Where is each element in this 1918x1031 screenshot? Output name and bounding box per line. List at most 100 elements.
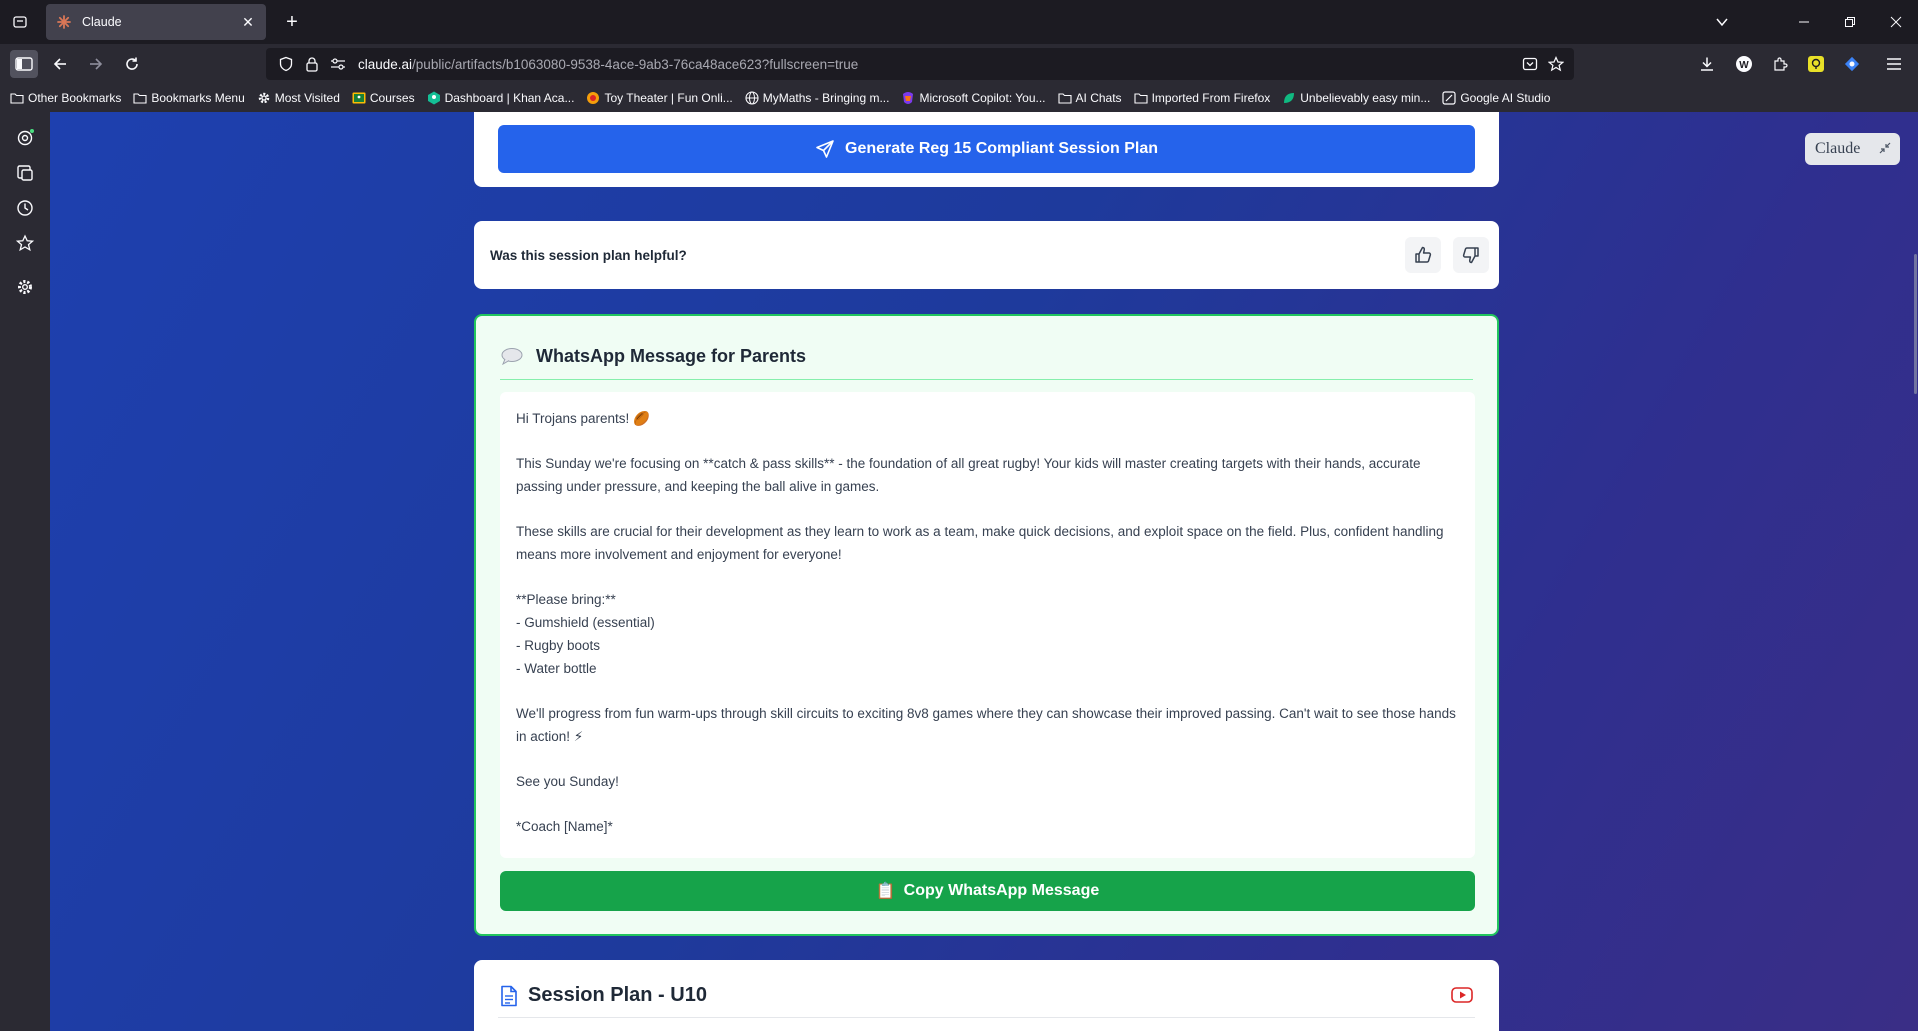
svg-text:W: W <box>1739 60 1749 71</box>
bookmark-ai-chats[interactable]: AI Chats <box>1057 91 1122 105</box>
bookmark-label: Courses <box>369 91 415 105</box>
folder-icon <box>133 91 147 105</box>
youtube-icon[interactable] <box>1449 984 1475 1006</box>
message-greeting: Hi Trojans parents! 🏉 <box>516 411 650 426</box>
feedback-question: Was this session plan helpful? <box>490 247 687 263</box>
address-bar[interactable]: claude.ai/public/artifacts/b1063080-9538… <box>266 48 1574 80</box>
navigation-toolbar: claude.ai/public/artifacts/b1063080-9538… <box>0 44 1918 84</box>
thumbs-down-icon <box>1462 247 1479 264</box>
copy-whatsapp-message-button[interactable]: 📋 Copy WhatsApp Message <box>500 871 1475 911</box>
bookmark-label: Other Bookmarks <box>28 91 122 105</box>
bookmark-mymaths[interactable]: MyMaths - Bringing m... <box>745 91 889 105</box>
tab-list-icon[interactable] <box>8 10 32 34</box>
collapse-arrows-icon[interactable] <box>1878 141 1892 155</box>
bookmark-label: Google AI Studio <box>1460 91 1551 105</box>
bookmark-other-bookmarks[interactable]: Other Bookmarks <box>10 91 121 105</box>
bookmark-label: Toy Theater | Fun Onli... <box>604 91 733 105</box>
extensions-puzzle-icon[interactable] <box>1768 52 1792 76</box>
lock-icon[interactable] <box>302 54 322 74</box>
settings-gear-icon[interactable] <box>13 275 37 299</box>
claude-favicon-icon <box>56 14 72 30</box>
whatsapp-title: WhatsApp Message for Parents <box>536 346 807 366</box>
session-plan-card: Session Plan - U10 <box>474 960 1499 1031</box>
bookmark-label: Most Visited <box>274 91 340 105</box>
tab-claude[interactable]: Claude ✕ <box>46 4 266 40</box>
bookmark-label: Bookmarks Menu <box>151 91 245 105</box>
message-bring-item: - Water bottle <box>516 661 597 676</box>
generate-session-plan-button[interactable]: Generate Reg 15 Compliant Session Plan <box>498 125 1475 173</box>
bookmark-google-ai-studio[interactable]: Google AI Studio <box>1442 91 1550 105</box>
tab-overflow-chevron-icon[interactable] <box>1710 10 1734 34</box>
classroom-icon <box>352 91 366 105</box>
page-viewport: Claude Generate Reg 15 Compliant Session… <box>50 112 1918 1031</box>
bookmark-imported-from-firefox[interactable]: Imported From Firefox <box>1134 91 1271 105</box>
back-icon[interactable] <box>46 50 74 78</box>
whatsapp-message-card: WhatsApp Message for Parents Hi Trojans … <box>474 314 1499 936</box>
bookmark-label: Unbelievably easy min... <box>1300 91 1431 105</box>
claude-badge[interactable]: Claude <box>1805 133 1900 165</box>
session-plan-title: Session Plan - U10 <box>528 984 707 1006</box>
bookmark-label: Imported From Firefox <box>1151 91 1271 105</box>
url-text[interactable]: claude.ai/public/artifacts/b1063080-9538… <box>358 57 858 72</box>
generate-button-label: Generate Reg 15 Compliant Session Plan <box>845 140 1158 157</box>
bookmarks-toolbar: Other Bookmarks Bookmarks Menu Most Visi… <box>0 84 1918 112</box>
page-scrollbar[interactable] <box>1914 254 1917 394</box>
message-coach: *Coach [Name]* <box>516 819 613 834</box>
permissions-icon[interactable] <box>328 54 348 74</box>
bookmarks-star-icon[interactable] <box>13 231 37 255</box>
bookmark-most-visited[interactable]: Most Visited <box>257 91 340 105</box>
message-paragraph-2: These skills are crucial for their devel… <box>516 524 1444 562</box>
history-icon[interactable] <box>13 196 37 220</box>
send-icon <box>816 140 834 158</box>
downloads-icon[interactable] <box>1695 52 1719 76</box>
message-paragraph-3: We'll progress from fun warm-ups through… <box>516 706 1456 744</box>
w-extension-icon[interactable]: W <box>1732 52 1756 76</box>
sidebar-toggle-icon[interactable] <box>10 50 38 78</box>
gear-icon <box>257 91 271 105</box>
bookmark-bookmarks-menu[interactable]: Bookmarks Menu <box>133 91 245 105</box>
menu-hamburger-icon[interactable] <box>1882 52 1906 76</box>
whatsapp-header: WhatsApp Message for Parents <box>500 346 1473 380</box>
forward-icon[interactable] <box>82 50 110 78</box>
leaf-icon <box>1282 91 1296 105</box>
message-bring-item: - Gumshield (essential) <box>516 615 655 630</box>
shield-icon[interactable] <box>276 54 296 74</box>
bookmark-copilot[interactable]: Microsoft Copilot: You... <box>901 91 1046 105</box>
close-tab-icon[interactable]: ✕ <box>240 14 256 30</box>
ai-chatbot-icon[interactable] <box>13 126 37 150</box>
tab-title: Claude <box>82 15 122 29</box>
yellow-extension-icon[interactable] <box>1804 52 1828 76</box>
thumbs-up-icon <box>1415 246 1432 263</box>
tab-bar: Claude ✕ + <box>0 0 1918 44</box>
feedback-card: Was this session plan helpful? <box>474 221 1499 289</box>
save-to-pocket-icon[interactable] <box>1520 54 1540 74</box>
message-paragraph-1: This Sunday we're focusing on **catch & … <box>516 456 1421 494</box>
toy-theater-icon <box>586 91 600 105</box>
message-bring-heading: **Please bring:** <box>516 592 616 607</box>
thumbs-up-button[interactable] <box>1405 237 1441 273</box>
close-window-icon[interactable] <box>1884 10 1908 34</box>
blue-extension-icon[interactable] <box>1840 52 1864 76</box>
claude-badge-label: Claude <box>1815 140 1861 157</box>
minimize-icon[interactable] <box>1792 10 1816 34</box>
thumbs-down-button[interactable] <box>1453 237 1489 273</box>
khan-academy-icon <box>427 91 441 105</box>
bookmark-khan-academy[interactable]: Dashboard | Khan Aca... <box>427 91 574 105</box>
generate-card: Generate Reg 15 Compliant Session Plan <box>474 112 1499 187</box>
folder-icon <box>10 91 24 105</box>
reload-icon[interactable] <box>118 50 146 78</box>
bookmark-unbelievably-easy[interactable]: Unbelievably easy min... <box>1282 91 1430 105</box>
new-tab-icon[interactable]: + <box>280 10 304 34</box>
synced-tabs-icon[interactable] <box>13 161 37 185</box>
copilot-icon <box>901 91 915 105</box>
globe-icon <box>745 91 759 105</box>
bookmark-courses[interactable]: Courses <box>352 91 415 105</box>
bookmark-toy-theater[interactable]: Toy Theater | Fun Onli... <box>586 91 733 105</box>
folder-icon <box>1134 91 1148 105</box>
bookmark-star-icon[interactable] <box>1546 54 1566 74</box>
restore-icon[interactable] <box>1838 10 1862 34</box>
message-bring-item: - Rugby boots <box>516 638 601 653</box>
copy-button-label: Copy WhatsApp Message <box>903 882 1100 899</box>
speech-bubble-icon <box>500 346 524 366</box>
clipboard-icon: 📋 <box>875 883 896 900</box>
